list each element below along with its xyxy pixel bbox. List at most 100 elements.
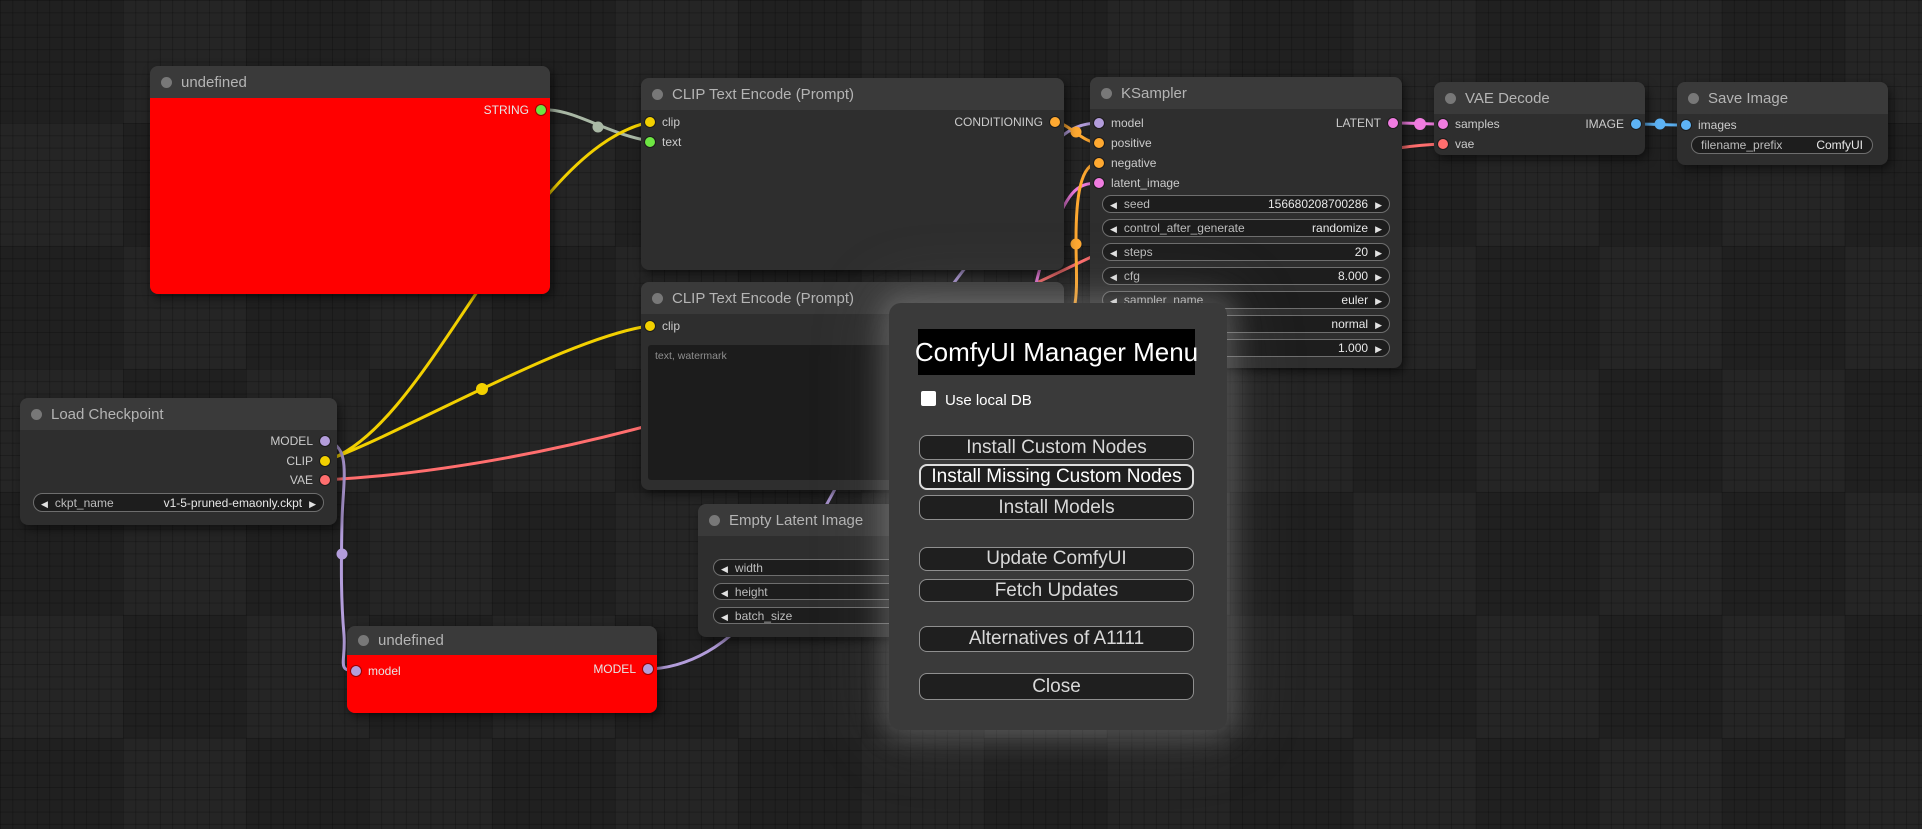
widget-batch-size[interactable]: batch_size	[713, 607, 913, 624]
node-undefined-bottom[interactable]: undefined model MODEL	[347, 626, 657, 713]
output-slot-model[interactable]: MODEL	[270, 434, 330, 448]
node-title-bar[interactable]: undefined	[150, 66, 550, 98]
clip-port-icon[interactable]	[320, 456, 330, 466]
latent-port-icon[interactable]	[1438, 119, 1448, 129]
install-missing-custom-nodes-button[interactable]: Install Missing Custom Nodes	[919, 464, 1194, 490]
widget-cfg[interactable]: cfg 8.000	[1102, 267, 1390, 285]
output-label: MODEL	[593, 662, 636, 676]
collapse-dot-icon[interactable]	[1101, 87, 1112, 99]
collapse-dot-icon[interactable]	[1688, 92, 1699, 104]
vae-port-icon[interactable]	[1438, 139, 1448, 149]
model-port-icon[interactable]	[320, 436, 330, 446]
output-slot-model[interactable]: MODEL	[593, 662, 653, 676]
node-title-bar[interactable]: Save Image	[1677, 82, 1888, 114]
output-slot-image[interactable]: IMAGE	[1585, 117, 1641, 131]
decrement-arrow-icon[interactable]	[1110, 221, 1117, 235]
image-port-icon[interactable]	[1681, 120, 1691, 130]
install-custom-nodes-button[interactable]: Install Custom Nodes	[919, 435, 1194, 460]
output-slot-latent[interactable]: LATENT	[1336, 116, 1398, 130]
collapse-dot-icon[interactable]	[1445, 92, 1456, 104]
use-local-db-checkbox[interactable]	[921, 391, 936, 406]
input-slot-vae[interactable]: vae	[1438, 137, 1474, 151]
increment-arrow-icon[interactable]	[1375, 245, 1382, 259]
close-button[interactable]: Close	[919, 673, 1194, 700]
input-slot-model[interactable]: model	[1094, 116, 1144, 130]
decrement-arrow-icon[interactable]	[1110, 197, 1117, 211]
string-port-icon[interactable]	[536, 105, 546, 115]
output-slot-conditioning[interactable]: CONDITIONING	[954, 115, 1060, 129]
decrement-arrow-icon[interactable]	[721, 561, 728, 575]
conditioning-port-icon[interactable]	[1050, 117, 1060, 127]
output-slot-vae[interactable]: VAE	[290, 473, 330, 487]
comfyui-manager-dialog: ComfyUI Manager Menu Use local DB Instal…	[889, 303, 1227, 730]
update-comfyui-button[interactable]: Update ComfyUI	[919, 547, 1194, 571]
increment-arrow-icon[interactable]	[309, 496, 316, 510]
increment-arrow-icon[interactable]	[1375, 341, 1382, 355]
widget-steps[interactable]: steps 20	[1102, 243, 1390, 261]
decrement-arrow-icon[interactable]	[721, 585, 728, 599]
input-slot-positive[interactable]: positive	[1094, 136, 1152, 150]
input-slot-clip[interactable]: clip	[645, 115, 680, 129]
output-slot-string[interactable]: STRING	[484, 103, 546, 117]
widget-control-after-generate[interactable]: control_after_generate randomize	[1102, 219, 1390, 237]
alternatives-of-a1111-button[interactable]: Alternatives of A1111	[919, 626, 1194, 652]
node-title-bar[interactable]: KSampler	[1090, 77, 1402, 109]
node-title-bar[interactable]: VAE Decode	[1434, 82, 1645, 114]
clip-port-icon[interactable]	[645, 321, 655, 331]
model-port-icon[interactable]	[1094, 118, 1104, 128]
input-label: clip	[662, 115, 681, 129]
decrement-arrow-icon[interactable]	[1110, 269, 1117, 283]
output-slot-clip[interactable]: CLIP	[286, 454, 330, 468]
conditioning-port-icon[interactable]	[1094, 158, 1104, 168]
vae-port-icon[interactable]	[320, 475, 330, 485]
widget-width[interactable]: width	[713, 559, 913, 576]
decrement-arrow-icon[interactable]	[41, 496, 48, 510]
collapse-dot-icon[interactable]	[652, 292, 663, 304]
collapse-dot-icon[interactable]	[161, 76, 172, 88]
widget-filename-prefix[interactable]: filename_prefix ComfyUI	[1691, 136, 1873, 154]
install-models-button[interactable]: Install Models	[919, 495, 1194, 520]
reroute-dot-string	[592, 121, 604, 133]
node-title-bar[interactable]: CLIP Text Encode (Prompt)	[641, 78, 1064, 110]
wire-clip-to-negative-prompt	[323, 324, 650, 463]
collapse-dot-icon[interactable]	[709, 514, 720, 526]
reroute-dot-conditioning-1	[1070, 126, 1082, 138]
node-clip-text-encode-1[interactable]: CLIP Text Encode (Prompt) clip text COND…	[641, 78, 1064, 270]
collapse-dot-icon[interactable]	[31, 408, 42, 420]
node-load-checkpoint[interactable]: Load Checkpoint MODEL CLIP VAE ckpt_name…	[20, 398, 337, 525]
fetch-updates-button[interactable]: Fetch Updates	[919, 579, 1194, 602]
node-title-bar[interactable]: Load Checkpoint	[20, 398, 337, 430]
text-port-icon[interactable]	[645, 137, 655, 147]
node-graph-canvas[interactable]: undefined STRING CLIP Text Encode (Promp…	[0, 0, 1922, 829]
node-title-bar[interactable]: undefined	[347, 626, 657, 655]
decrement-arrow-icon[interactable]	[721, 609, 728, 623]
image-port-icon[interactable]	[1631, 119, 1641, 129]
input-slot-samples[interactable]: samples	[1438, 117, 1500, 131]
collapse-dot-icon[interactable]	[358, 635, 369, 646]
widget-height[interactable]: height	[713, 583, 913, 600]
increment-arrow-icon[interactable]	[1375, 317, 1382, 331]
decrement-arrow-icon[interactable]	[1110, 245, 1117, 259]
input-slot-images[interactable]: images	[1681, 118, 1737, 132]
conditioning-port-icon[interactable]	[1094, 138, 1104, 148]
input-slot-clip[interactable]: clip	[645, 319, 680, 333]
increment-arrow-icon[interactable]	[1375, 269, 1382, 283]
widget-seed[interactable]: seed 156680208700286	[1102, 195, 1390, 213]
input-slot-latent-image[interactable]: latent_image	[1094, 176, 1180, 190]
input-slot-negative[interactable]: negative	[1094, 156, 1156, 170]
model-port-icon[interactable]	[643, 664, 653, 674]
widget-ckpt-name[interactable]: ckpt_name v1-5-pruned-emaonly.ckpt	[33, 493, 324, 512]
model-port-icon[interactable]	[351, 666, 361, 676]
node-save-image[interactable]: Save Image images filename_prefix ComfyU…	[1677, 82, 1888, 165]
input-slot-text[interactable]: text	[645, 135, 681, 149]
clip-port-icon[interactable]	[645, 117, 655, 127]
node-vae-decode[interactable]: VAE Decode samples vae IMAGE	[1434, 82, 1645, 155]
latent-port-icon[interactable]	[1388, 118, 1398, 128]
increment-arrow-icon[interactable]	[1375, 293, 1382, 307]
increment-arrow-icon[interactable]	[1375, 197, 1382, 211]
increment-arrow-icon[interactable]	[1375, 221, 1382, 235]
node-undefined-top[interactable]: undefined STRING	[150, 66, 550, 294]
input-slot-model[interactable]: model	[351, 664, 401, 678]
latent-port-icon[interactable]	[1094, 178, 1104, 188]
collapse-dot-icon[interactable]	[652, 88, 663, 100]
